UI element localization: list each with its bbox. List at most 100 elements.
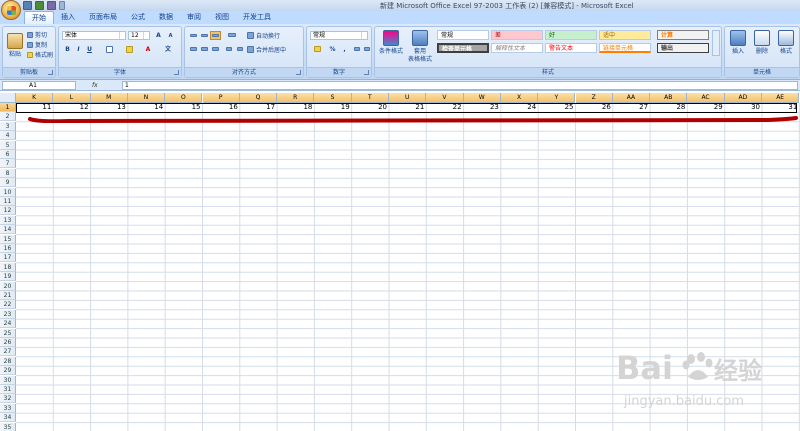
format-cells-button[interactable]: 格式	[775, 30, 797, 56]
column-header[interactable]: AA	[612, 93, 651, 103]
row-header[interactable]: 6	[0, 150, 16, 159]
row-header[interactable]: 1	[0, 103, 16, 112]
redo-icon[interactable]	[47, 1, 56, 10]
font-color-button[interactable]: A	[141, 45, 155, 54]
fx-icon[interactable]: fx	[92, 82, 98, 89]
row-header[interactable]: 14	[0, 225, 16, 235]
tab-home[interactable]: 开始	[24, 11, 54, 24]
shrink-font-button[interactable]: A	[165, 31, 176, 40]
row-header[interactable]: 5	[0, 140, 16, 150]
row-header[interactable]: 20	[0, 281, 16, 291]
style-check-cell[interactable]: 检查单元格	[437, 43, 489, 53]
gallery-scroll[interactable]	[712, 30, 720, 56]
tab-review[interactable]: 审阅	[180, 11, 208, 24]
row-header[interactable]: 32	[0, 394, 16, 404]
row-header[interactable]: 26	[0, 338, 16, 347]
comma-button[interactable]: ,	[339, 45, 350, 54]
row-header[interactable]: 29	[0, 366, 16, 376]
wrap-text-button[interactable]: 自动换行	[247, 31, 280, 40]
row-header[interactable]: 8	[0, 168, 16, 178]
column-header[interactable]: AC	[687, 93, 725, 103]
column-header[interactable]: U	[389, 93, 427, 103]
name-box[interactable]: A1	[2, 81, 76, 90]
column-header[interactable]: T	[351, 93, 389, 103]
cut-button[interactable]: 剪切	[27, 30, 47, 39]
select-all-corner[interactable]	[0, 93, 16, 103]
row-header[interactable]: 9	[0, 178, 16, 188]
tab-view[interactable]: 视图	[208, 11, 236, 24]
font-launcher-icon[interactable]	[174, 70, 179, 75]
increase-indent-button[interactable]	[234, 45, 245, 54]
row-header[interactable]: 2	[0, 112, 16, 122]
style-bad[interactable]: 差	[491, 30, 543, 40]
row-header[interactable]: 30	[0, 375, 16, 385]
bold-button[interactable]: B	[62, 45, 73, 54]
row-header[interactable]: 23	[0, 309, 16, 319]
underline-button[interactable]: U	[84, 45, 95, 54]
style-calculation[interactable]: 计算	[657, 30, 709, 40]
column-header[interactable]: M	[90, 93, 128, 103]
column-header[interactable]: R	[277, 93, 315, 103]
number-format-combo[interactable]: 常规	[310, 31, 368, 40]
tab-insert[interactable]: 插入	[54, 11, 82, 24]
column-header[interactable]: O	[165, 93, 203, 103]
row-header[interactable]: 25	[0, 328, 16, 338]
row-header[interactable]: 18	[0, 262, 16, 272]
row-header[interactable]: 24	[0, 319, 16, 329]
save-icon[interactable]	[23, 1, 32, 10]
formula-input[interactable]: 1	[122, 81, 798, 90]
row-header[interactable]: 35	[0, 422, 16, 431]
row-header[interactable]: 13	[0, 215, 16, 225]
delete-cells-button[interactable]: 删除	[751, 30, 773, 56]
style-explanatory[interactable]: 解释性文本	[491, 43, 543, 53]
borders-button[interactable]	[101, 45, 117, 54]
style-normal[interactable]: 常规	[437, 30, 489, 40]
format-painter-button[interactable]: 格式刷	[27, 50, 53, 59]
row-header[interactable]: 11	[0, 197, 16, 206]
column-header[interactable]: X	[500, 93, 539, 103]
column-header[interactable]: AD	[724, 93, 762, 103]
italic-button[interactable]: I	[73, 45, 84, 54]
tab-developer[interactable]: 开发工具	[236, 11, 278, 24]
phonetic-button[interactable]: 文	[161, 45, 175, 54]
align-center-button[interactable]	[199, 45, 210, 54]
row-header[interactable]: 31	[0, 385, 16, 394]
column-header[interactable]: Y	[538, 93, 576, 103]
alignment-launcher-icon[interactable]	[296, 70, 301, 75]
style-warning[interactable]: 警告文本	[545, 43, 597, 53]
tab-data[interactable]: 数据	[152, 11, 180, 24]
row-header[interactable]: 33	[0, 403, 16, 413]
row-header[interactable]: 28	[0, 356, 16, 366]
column-header[interactable]: V	[426, 93, 464, 103]
row-header[interactable]: 22	[0, 300, 16, 310]
merge-center-button[interactable]: 合并后居中	[247, 45, 286, 54]
bottom-align-button[interactable]	[210, 31, 221, 40]
column-header[interactable]: Q	[239, 93, 278, 103]
align-left-button[interactable]	[188, 45, 199, 54]
row-header[interactable]: 34	[0, 413, 16, 423]
row-header[interactable]: 27	[0, 347, 16, 357]
column-header[interactable]: AB	[650, 93, 688, 103]
column-header[interactable]: L	[53, 93, 91, 103]
top-align-button[interactable]	[188, 31, 199, 40]
column-header[interactable]: N	[127, 93, 166, 103]
style-output[interactable]: 输出	[657, 43, 709, 53]
decrease-indent-button[interactable]	[223, 45, 234, 54]
clipboard-launcher-icon[interactable]	[48, 70, 53, 75]
number-launcher-icon[interactable]	[364, 70, 369, 75]
row-header[interactable]: 3	[0, 121, 16, 131]
currency-button[interactable]	[310, 45, 324, 54]
tab-formulas[interactable]: 公式	[124, 11, 152, 24]
font-name-combo[interactable]: 宋体	[62, 31, 126, 40]
qat-customize-icon[interactable]	[59, 1, 65, 10]
row-header[interactable]: 16	[0, 244, 16, 253]
column-header[interactable]: W	[463, 93, 501, 103]
column-header[interactable]: K	[16, 93, 54, 103]
fill-color-button[interactable]	[121, 45, 137, 54]
office-button[interactable]	[1, 0, 21, 20]
conditional-format-button[interactable]: 条件格式	[377, 30, 405, 56]
undo-icon[interactable]	[35, 1, 44, 10]
decrease-decimal-button[interactable]	[361, 45, 372, 54]
format-as-table-button[interactable]: 套用 表格格式	[407, 30, 433, 64]
align-right-button[interactable]	[210, 45, 221, 54]
